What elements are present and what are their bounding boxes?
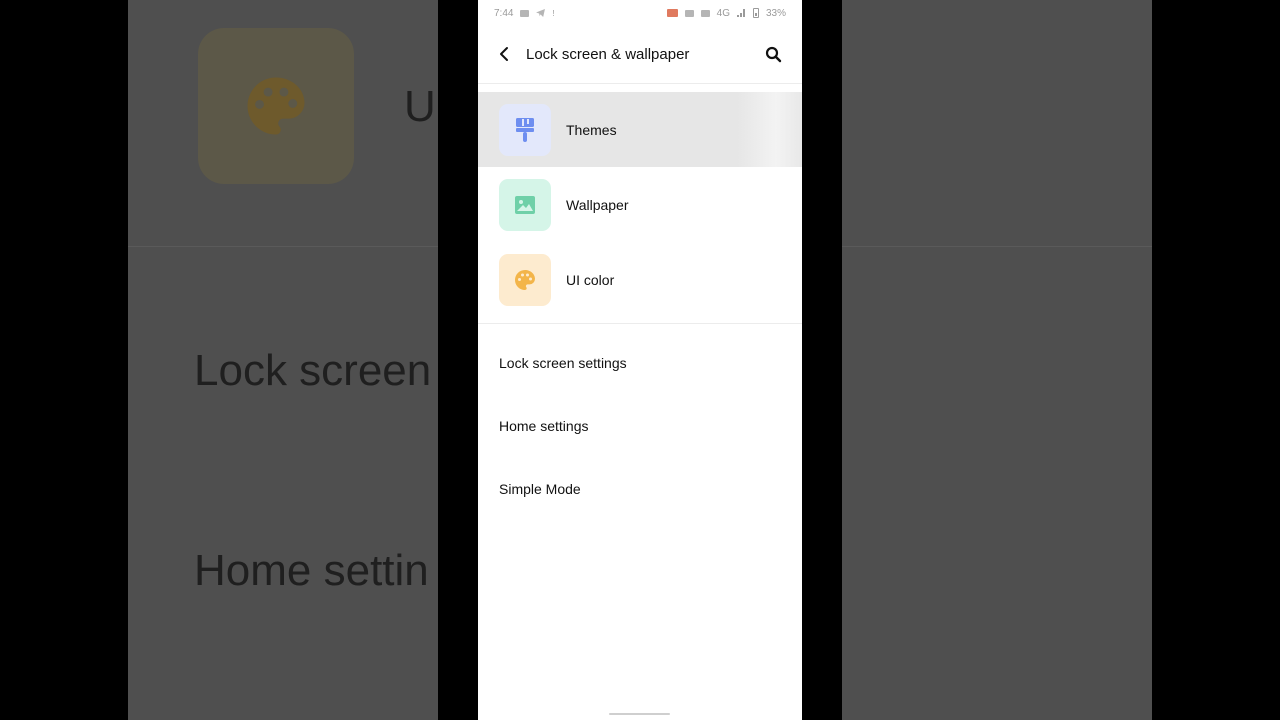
image-icon [515, 195, 535, 214]
wallpaper-icon-tile [499, 178, 551, 231]
themes-icon-tile [499, 103, 551, 156]
wallpaper-item[interactable]: Wallpaper [478, 167, 802, 242]
themes-item[interactable]: Themes [478, 92, 802, 167]
back-button[interactable] [498, 34, 518, 74]
simple-mode-item[interactable]: Simple Mode [478, 457, 802, 520]
status-bar: 7:44 ! 4G 33% [478, 0, 802, 26]
status-time: 7:44 [494, 7, 514, 19]
divider [478, 323, 802, 324]
background-text: U [404, 82, 436, 131]
data-transfer-icon [700, 9, 710, 17]
notification-dot-icon: ! [552, 8, 555, 18]
app-bar: Lock screen & wallpaper [478, 34, 802, 74]
background-text: Lock screen [194, 346, 432, 395]
back-arrow-icon [500, 47, 508, 61]
palette-icon [515, 269, 535, 290]
telegram-icon [536, 9, 546, 17]
battery-icon [752, 8, 759, 18]
battery-percent: 33% [765, 7, 786, 19]
lock-screen-settings-item[interactable]: Lock screen settings [478, 331, 802, 394]
home-indicator[interactable] [609, 713, 670, 715]
wallpaper-label: Wallpaper [566, 196, 629, 213]
background-palette-tile [198, 28, 354, 184]
ui-color-item[interactable]: UI color [478, 242, 802, 317]
signal-icon [736, 9, 745, 17]
video-icon [520, 9, 530, 17]
search-button[interactable] [762, 43, 784, 65]
background-text: Home settin [194, 546, 429, 595]
search-icon [765, 46, 781, 62]
volte-icon [684, 9, 694, 17]
themes-label: Themes [566, 121, 617, 138]
palette-icon [247, 77, 305, 135]
paintbrush-icon [516, 117, 534, 142]
divider [478, 83, 802, 84]
page-title: Lock screen & wallpaper [526, 45, 690, 63]
cast-icon [666, 9, 678, 17]
network-label: 4G [716, 7, 730, 19]
ui-color-icon-tile [499, 253, 551, 306]
home-settings-item[interactable]: Home settings [478, 394, 802, 457]
ui-color-label: UI color [566, 271, 615, 288]
phone-screen: 7:44 ! 4G 33% Lock screen & wallpaper Th… [478, 0, 802, 720]
